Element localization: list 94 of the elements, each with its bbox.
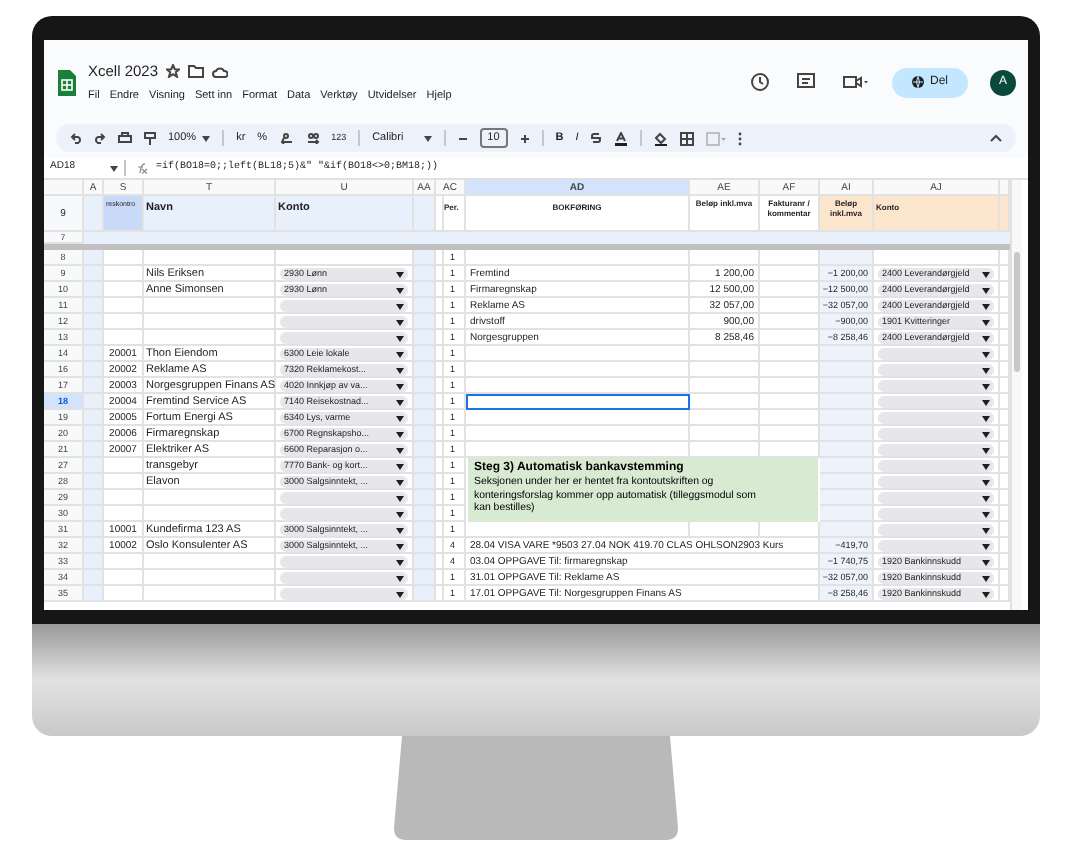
konto-dropdown[interactable] bbox=[878, 524, 994, 536]
increase-decimals-icon[interactable] bbox=[305, 132, 320, 144]
konto-dropdown[interactable] bbox=[878, 428, 994, 440]
caret-icon bbox=[982, 287, 990, 293]
konto-dropdown[interactable] bbox=[878, 492, 994, 504]
konto-dropdown[interactable] bbox=[280, 300, 408, 312]
caret-icon bbox=[982, 575, 990, 581]
konto-dropdown[interactable] bbox=[878, 444, 994, 456]
text-color-icon[interactable] bbox=[614, 131, 629, 145]
caret-icon bbox=[982, 303, 990, 309]
caret-icon bbox=[396, 543, 404, 549]
konto-dropdown[interactable] bbox=[878, 396, 994, 408]
caret-icon bbox=[396, 303, 404, 309]
caret-icon bbox=[982, 335, 990, 341]
konto-dropdown[interactable] bbox=[280, 492, 408, 504]
caret-icon bbox=[396, 527, 404, 533]
caret-icon bbox=[982, 591, 990, 597]
caret-icon bbox=[396, 383, 404, 389]
caret-icon bbox=[396, 399, 404, 405]
borders-icon[interactable] bbox=[680, 131, 695, 145]
caret-icon bbox=[396, 431, 404, 437]
table-cell bbox=[414, 196, 436, 232]
fill-color-icon[interactable] bbox=[654, 131, 669, 145]
selected-cell[interactable] bbox=[466, 394, 690, 410]
caret-icon bbox=[396, 447, 404, 453]
caret-icon bbox=[982, 543, 990, 549]
caret-icon bbox=[982, 527, 990, 533]
caret-icon bbox=[396, 367, 404, 373]
folder-icon[interactable] bbox=[188, 64, 205, 79]
caret-icon bbox=[396, 511, 404, 517]
history-icon[interactable] bbox=[749, 72, 770, 92]
konto-dropdown[interactable] bbox=[280, 572, 408, 584]
more-icon[interactable] bbox=[738, 131, 743, 145]
caret-icon bbox=[982, 271, 990, 277]
konto-dropdown[interactable] bbox=[280, 332, 408, 344]
caret-icon bbox=[982, 495, 990, 501]
caret-icon bbox=[396, 319, 404, 325]
konto-dropdown[interactable] bbox=[280, 588, 408, 600]
video-camera-icon[interactable] bbox=[841, 72, 870, 92]
print-icon[interactable] bbox=[118, 132, 132, 144]
redo-icon[interactable] bbox=[94, 132, 106, 144]
caret-icon bbox=[423, 135, 432, 141]
caret-icon bbox=[396, 559, 404, 565]
function-icon bbox=[134, 162, 148, 174]
caret-icon bbox=[982, 367, 990, 373]
konto-dropdown[interactable] bbox=[878, 412, 994, 424]
table-cell bbox=[84, 196, 104, 232]
caret-icon bbox=[396, 335, 404, 341]
konto-dropdown[interactable] bbox=[878, 348, 994, 360]
konto-dropdown[interactable] bbox=[280, 556, 408, 568]
caret-icon bbox=[982, 383, 990, 389]
caret-icon bbox=[982, 479, 990, 485]
minus-icon[interactable] bbox=[457, 133, 468, 143]
konto-dropdown[interactable] bbox=[280, 508, 408, 520]
konto-dropdown[interactable] bbox=[280, 316, 408, 328]
caret-icon bbox=[396, 287, 404, 293]
strikethrough-icon[interactable] bbox=[590, 132, 603, 144]
caret-icon bbox=[982, 447, 990, 453]
sheets-logo-icon[interactable] bbox=[56, 67, 78, 97]
caret-icon bbox=[982, 559, 990, 565]
cloud-icon[interactable] bbox=[212, 65, 229, 78]
caret-icon bbox=[982, 431, 990, 437]
konto-dropdown[interactable] bbox=[878, 508, 994, 520]
merge-cells-icon[interactable] bbox=[706, 131, 727, 145]
caret-icon bbox=[982, 399, 990, 405]
konto-dropdown[interactable] bbox=[878, 380, 994, 392]
paint-format-icon[interactable] bbox=[144, 131, 156, 145]
freeze-bar[interactable] bbox=[44, 244, 1010, 250]
caret-icon bbox=[982, 511, 990, 517]
star-icon[interactable] bbox=[166, 64, 181, 79]
collapse-icon[interactable] bbox=[990, 134, 1002, 142]
caret-icon bbox=[202, 135, 211, 141]
caret-icon bbox=[982, 351, 990, 357]
comment-icon[interactable] bbox=[795, 72, 816, 92]
konto-dropdown[interactable] bbox=[878, 540, 994, 552]
caret-icon bbox=[396, 271, 404, 277]
konto-dropdown[interactable] bbox=[878, 460, 994, 472]
globe-icon bbox=[911, 76, 924, 88]
konto-dropdown[interactable] bbox=[878, 476, 994, 488]
caret-icon bbox=[396, 495, 404, 501]
caret-icon bbox=[396, 479, 404, 485]
undo-icon[interactable] bbox=[70, 132, 82, 144]
konto-dropdown[interactable] bbox=[878, 364, 994, 376]
decrease-decimals-icon[interactable] bbox=[279, 132, 294, 144]
caret-icon bbox=[396, 463, 404, 469]
plus-icon[interactable] bbox=[519, 133, 530, 143]
caret-icon bbox=[982, 463, 990, 469]
caret-icon bbox=[396, 591, 404, 597]
caret-icon bbox=[396, 575, 404, 581]
caret-icon bbox=[982, 415, 990, 421]
caret-icon bbox=[982, 319, 990, 325]
caret-icon bbox=[396, 415, 404, 421]
caret-icon bbox=[110, 165, 118, 171]
caret-icon bbox=[396, 351, 404, 357]
